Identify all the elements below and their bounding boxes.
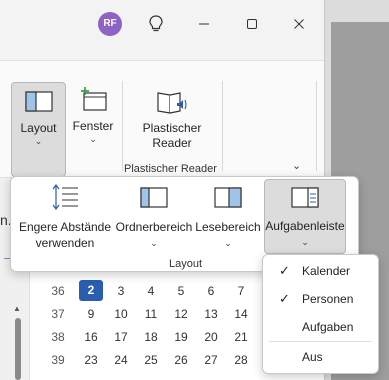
ribbon-divider [222, 81, 223, 171]
ribbon-expand-chevron-icon[interactable]: ⌄ [292, 159, 301, 172]
folder-pane-icon [140, 187, 168, 208]
chevron-down-icon: ⌄ [224, 238, 232, 248]
ribbon-divider [316, 81, 317, 171]
calendar-row: 37 9 10 11 12 13 14 15 [40, 302, 286, 325]
week-number: 38 [51, 329, 65, 344]
day-cell[interactable]: 20 [196, 330, 226, 344]
day-cell[interactable]: 28 [226, 353, 256, 367]
to-do-bar-icon [291, 187, 319, 208]
avatar[interactable]: RF [98, 12, 122, 36]
group-label-reader: Plastischer Reader [124, 163, 217, 175]
scrollbar-thumb[interactable] [15, 318, 21, 380]
day-cell[interactable]: 26 [166, 353, 196, 367]
chevron-down-icon: ⌄ [89, 134, 97, 144]
chevron-down-icon: ⌄ [301, 237, 309, 247]
reading-pane-button[interactable]: Lesebereich ⌄ [193, 182, 263, 254]
reading-pane-label: Lesebereich [195, 220, 261, 234]
day-cell[interactable]: 18 [136, 330, 166, 344]
folder-pane-label: Ordnerbereich [115, 220, 193, 234]
menu-item-label: Aus [302, 350, 323, 364]
day-cell[interactable]: 4 [136, 284, 166, 298]
menu-item-label: Aufgaben [302, 320, 354, 334]
menu-item-off[interactable]: Aus [263, 344, 378, 370]
day-cell[interactable]: 19 [166, 330, 196, 344]
day-cell[interactable]: 6 [196, 284, 226, 298]
compact-spacing-button[interactable]: Engere Abstände verwenden [15, 182, 115, 254]
calendar-row: 39 23 24 25 26 27 28 29 [40, 348, 286, 371]
layout-icon [24, 91, 53, 112]
day-cell[interactable]: 27 [196, 353, 226, 367]
title-bar: RF [0, 0, 324, 48]
menu-separator [269, 341, 372, 342]
compact-spacing-label-1: Engere Abstände [18, 220, 112, 234]
day-cell[interactable]: 12 [166, 307, 196, 321]
day-cell[interactable]: 10 [106, 307, 136, 321]
ribbon-divider [122, 81, 123, 171]
maximize-icon[interactable] [240, 12, 264, 36]
day-cell[interactable]: 13 [196, 307, 226, 321]
day-cell[interactable]: 21 [226, 330, 256, 344]
mini-calendar: 35 36 2 3 4 5 6 7 8 37 9 10 11 12 13 14 [40, 256, 286, 371]
minimize-icon[interactable] [192, 12, 216, 36]
day-cell[interactable]: 14 [226, 307, 256, 321]
close-icon[interactable] [287, 12, 311, 36]
chevron-down-icon: ⌄ [150, 238, 158, 248]
spacing-icon [52, 184, 78, 210]
chevron-down-icon: ⌄ [34, 136, 43, 146]
day-cell[interactable]: 23 [76, 353, 106, 367]
immersive-reader-icon [157, 92, 187, 114]
menu-item-people[interactable]: ✓ Personen [263, 286, 378, 312]
fenster-button[interactable]: Fenster ⌄ [70, 82, 116, 177]
calendar-row: 36 2 3 4 5 6 7 8 [40, 279, 286, 302]
calendar-row: 38 16 17 18 19 20 21 22 [40, 325, 286, 348]
folder-pane-button[interactable]: Ordnerbereich ⌄ [115, 182, 193, 254]
layout-label: Layout [20, 121, 57, 135]
immersive-reader-button[interactable]: Plastischer Reader [137, 82, 207, 162]
to-do-bar-button[interactable]: Aufgabenleiste ⌄ [264, 179, 346, 254]
to-do-bar-menu: ✓ Kalender ✓ Personen Aufgaben Aus [262, 254, 379, 374]
menu-item-label: Kalender [302, 264, 351, 278]
week-number: 39 [51, 352, 65, 367]
ribbon: Layout ⌄ Fenster ⌄ Plastischer Reader Pl… [0, 60, 324, 178]
week-number: 37 [51, 306, 65, 321]
new-window-icon [81, 87, 107, 111]
day-cell[interactable]: 9 [76, 307, 106, 321]
scroll-up-icon[interactable]: ▲ [13, 304, 21, 313]
day-cell[interactable]: 25 [136, 353, 166, 367]
week-number: 36 [51, 283, 65, 298]
fenster-label: Fenster [72, 119, 114, 133]
day-cell[interactable]: 16 [76, 330, 106, 344]
compact-spacing-label-2: verwenden [35, 236, 95, 250]
day-cell[interactable]: 3 [106, 284, 136, 298]
checkmark-icon: ✓ [279, 263, 290, 278]
checkmark-icon: ✓ [279, 291, 290, 306]
reading-pane-icon [214, 187, 242, 208]
layout-button[interactable]: Layout ⌄ [11, 82, 66, 177]
menu-item-tasks[interactable]: Aufgaben [263, 314, 378, 340]
day-cell[interactable]: 5 [166, 284, 196, 298]
day-cell[interactable]: 24 [106, 353, 136, 367]
reader-label-1: Plastischer [142, 121, 202, 135]
day-cell[interactable]: 17 [106, 330, 136, 344]
day-cell-today[interactable]: 2 [79, 280, 103, 301]
day-cell[interactable]: 11 [136, 307, 166, 321]
day-cell[interactable]: 7 [226, 284, 256, 298]
to-do-bar-label: Aufgabenleiste [265, 219, 345, 233]
menu-item-calendar[interactable]: ✓ Kalender [263, 258, 378, 284]
lightbulb-icon[interactable] [144, 12, 168, 36]
menu-item-label: Personen [302, 292, 354, 306]
reader-label-2: Reader [152, 136, 192, 150]
